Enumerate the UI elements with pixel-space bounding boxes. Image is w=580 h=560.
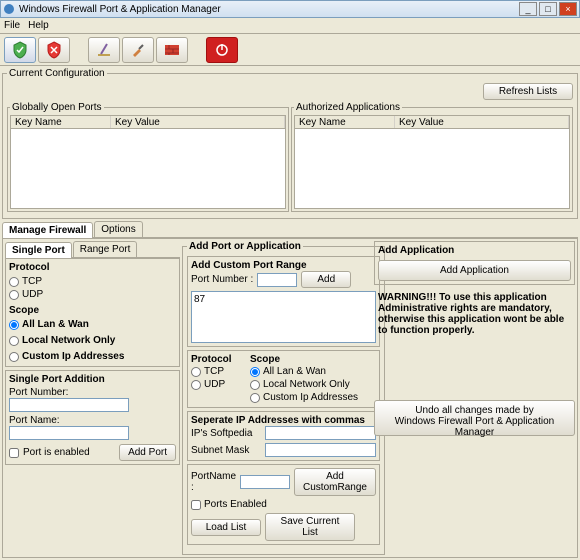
- close-button[interactable]: ×: [559, 2, 577, 16]
- port-enabled-label: Port is enabled: [23, 447, 90, 458]
- auth-apps-header: Key Name Key Value: [294, 115, 570, 129]
- mid-udp-label: UDP: [204, 379, 225, 390]
- save-list-button[interactable]: Save Current List: [265, 513, 355, 541]
- mid-scope3: Custom Ip Addresses: [263, 392, 358, 403]
- acpr-label: Add Custom Port Range: [191, 260, 376, 271]
- range-portname-input[interactable]: [240, 475, 290, 489]
- main-tabs: Manage Firewall Options: [2, 221, 578, 238]
- menu-help[interactable]: Help: [28, 20, 49, 31]
- add-application-button[interactable]: Add Application: [378, 260, 571, 281]
- port-range-value: 87: [194, 294, 205, 305]
- ips-input[interactable]: [265, 426, 376, 440]
- warning-text: WARNING!!! To use this application Admin…: [374, 288, 575, 340]
- port-number-input[interactable]: [9, 398, 129, 412]
- menubar: File Help: [0, 18, 580, 34]
- sub-tabs: Single Port Range Port: [5, 241, 180, 258]
- mid-scope-label: Scope: [250, 354, 376, 365]
- tcp-label: TCP: [22, 276, 42, 287]
- mid-radio-scope-custom[interactable]: [250, 393, 260, 403]
- radio-udp[interactable]: [9, 290, 19, 300]
- tab-manage-firewall[interactable]: Manage Firewall: [2, 222, 93, 238]
- open-ports-col-keyvalue[interactable]: Key Value: [111, 116, 285, 128]
- spa-label: Single Port Addition: [9, 374, 176, 385]
- ips-label: IP's Softpedia: [191, 428, 261, 439]
- mid-portname-label: PortName :: [191, 471, 236, 493]
- sepip-label: Seperate IP Addresses with commas: [191, 415, 376, 426]
- protocol-label: Protocol: [9, 262, 176, 273]
- auth-apps-group: Authorized Applications Key Name Key Val…: [291, 102, 573, 212]
- brush-button[interactable]: [122, 37, 154, 63]
- range-portnum-input[interactable]: [257, 273, 297, 287]
- mid-radio-udp[interactable]: [191, 380, 201, 390]
- add-port-button[interactable]: Add Port: [119, 444, 176, 461]
- mid-scope2: Local Network Only: [263, 379, 350, 390]
- radio-scope-custom[interactable]: [9, 352, 19, 362]
- mid-radio-tcp[interactable]: [191, 367, 201, 377]
- scope-custom-label: Custom Ip Addresses: [22, 351, 124, 362]
- refresh-lists-button[interactable]: Refresh Lists: [483, 83, 573, 100]
- maximize-button[interactable]: □: [539, 2, 557, 16]
- auth-apps-list[interactable]: [294, 129, 570, 209]
- tab-range-port[interactable]: Range Port: [73, 241, 138, 257]
- mid-tcp-label: TCP: [204, 366, 224, 377]
- current-config-title: Current Configuration: [7, 68, 107, 79]
- portnum-label: Port Number:: [9, 387, 176, 398]
- add-port-app-title: Add Port or Application: [187, 241, 303, 252]
- open-ports-header: Key Name Key Value: [10, 115, 286, 129]
- port-name-input[interactable]: [9, 426, 129, 440]
- tab-options[interactable]: Options: [94, 221, 142, 237]
- shield-green-button[interactable]: [4, 37, 36, 63]
- ports-enabled-label: Ports Enabled: [204, 499, 267, 510]
- app-icon: [3, 3, 15, 15]
- window-title: Windows Firewall Port & Application Mana…: [19, 4, 517, 15]
- auth-apps-title: Authorized Applications: [294, 102, 402, 113]
- port-range-list[interactable]: 87: [191, 291, 376, 343]
- minimize-button[interactable]: _: [519, 2, 537, 16]
- mid-radio-scope-local[interactable]: [250, 380, 260, 390]
- scope-label: Scope: [9, 305, 176, 316]
- add-app-label: Add Application: [378, 245, 571, 256]
- subnet-input[interactable]: [265, 443, 376, 457]
- add-port-app-group: Add Port or Application Add Custom Port …: [182, 241, 385, 555]
- radio-scope-local[interactable]: [9, 336, 19, 346]
- mid-portnum-label: Port Number :: [191, 274, 253, 285]
- open-ports-col-keyname[interactable]: Key Name: [11, 116, 111, 128]
- add-custom-range-button[interactable]: Add CustomRange: [294, 468, 376, 496]
- power-button[interactable]: [206, 37, 238, 63]
- udp-label: UDP: [22, 289, 43, 300]
- mid-protocol-label: Protocol: [191, 354, 246, 365]
- current-config-group: Current Configuration Refresh Lists Glob…: [2, 68, 578, 219]
- undo-button[interactable]: Undo all changes made by Windows Firewal…: [374, 400, 575, 436]
- portname-label: Port Name:: [9, 415, 176, 426]
- radio-tcp[interactable]: [9, 277, 19, 287]
- add-button[interactable]: Add: [301, 271, 351, 288]
- titlebar: Windows Firewall Port & Application Mana…: [0, 0, 580, 18]
- port-enabled-check[interactable]: [9, 448, 19, 458]
- ports-enabled-check[interactable]: [191, 500, 201, 510]
- toolbar: [0, 34, 580, 66]
- wand-button[interactable]: [88, 37, 120, 63]
- tab-single-port[interactable]: Single Port: [5, 242, 72, 258]
- mid-scope1: All Lan & Wan: [263, 366, 326, 377]
- wall-button[interactable]: [156, 37, 188, 63]
- radio-scope-all[interactable]: [9, 320, 19, 330]
- open-ports-list[interactable]: [10, 129, 286, 209]
- subnet-label: Subnet Mask: [191, 445, 261, 456]
- auth-apps-col-keyname[interactable]: Key Name: [295, 116, 395, 128]
- scope-all-label: All Lan & Wan: [22, 319, 89, 330]
- open-ports-title: Globally Open Ports: [10, 102, 104, 113]
- open-ports-group: Globally Open Ports Key Name Key Value: [7, 102, 289, 212]
- scope-local-label: Local Network Only: [22, 335, 115, 346]
- load-list-button[interactable]: Load List: [191, 519, 261, 536]
- auth-apps-col-keyvalue[interactable]: Key Value: [395, 116, 569, 128]
- mid-radio-scope-all[interactable]: [250, 367, 260, 377]
- shield-red-button[interactable]: [38, 37, 70, 63]
- menu-file[interactable]: File: [4, 20, 20, 31]
